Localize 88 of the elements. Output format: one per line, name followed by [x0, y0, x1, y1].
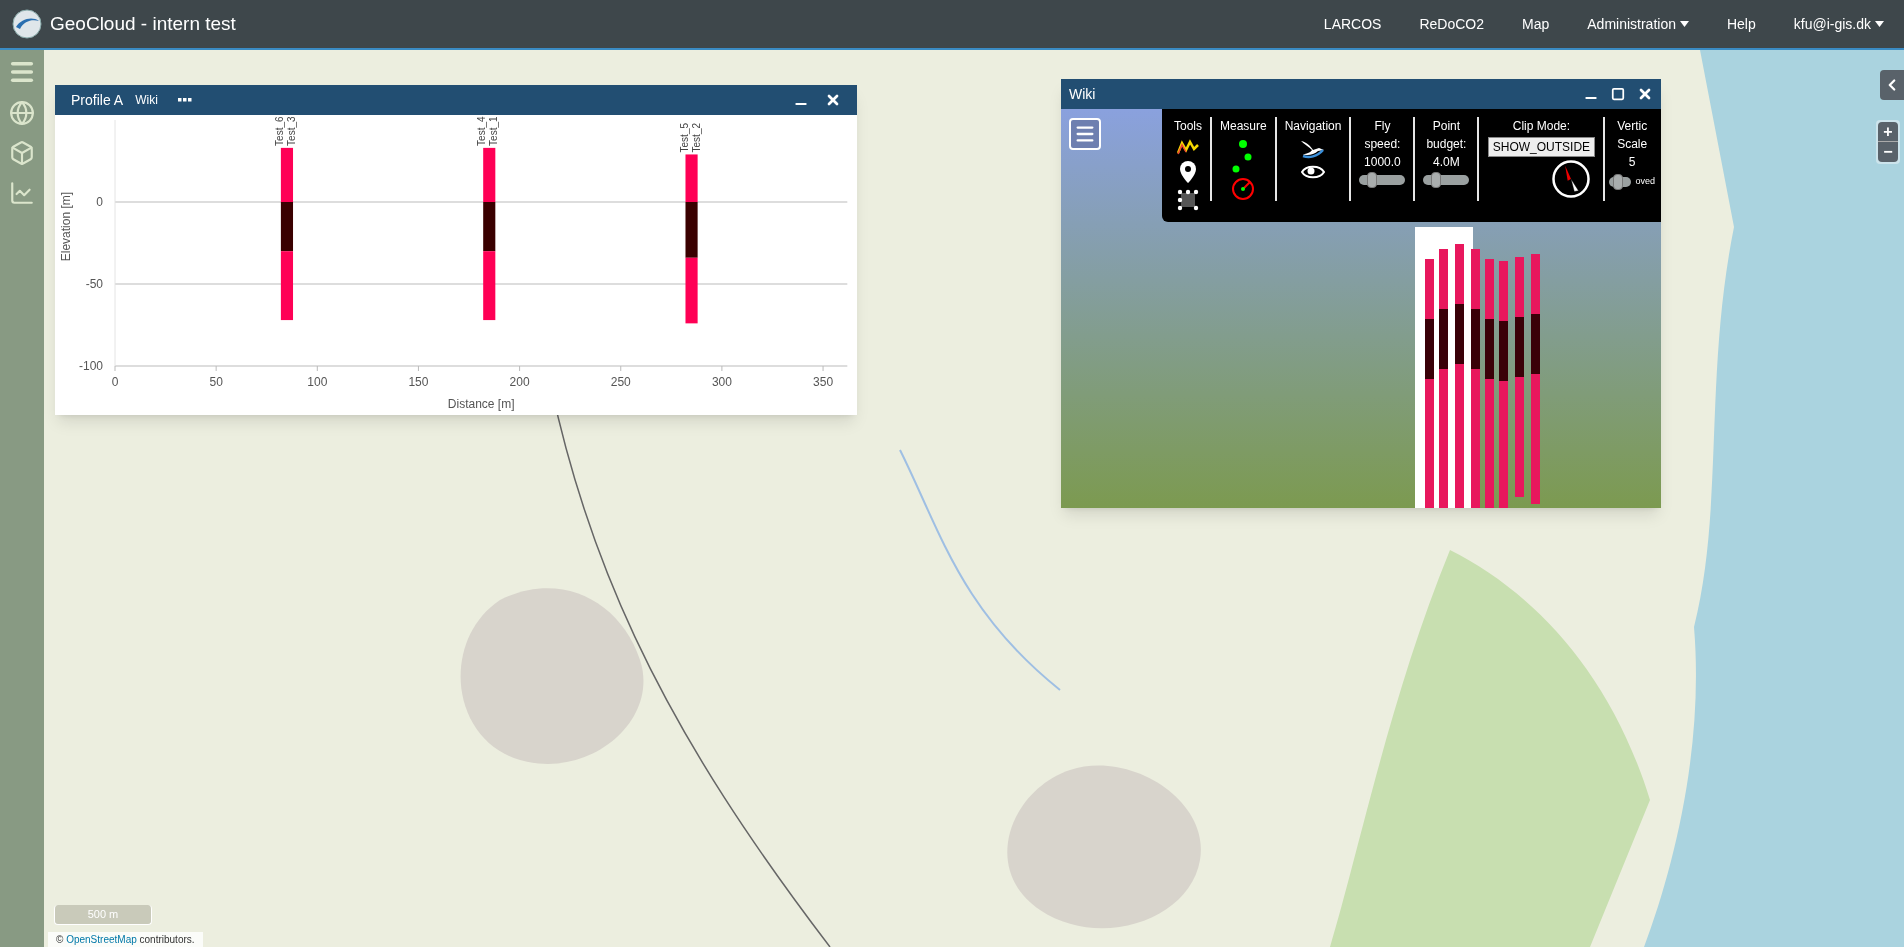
x-tick-label: 200 — [509, 375, 530, 389]
x-tick-label: 50 — [209, 375, 223, 389]
borehole-label: Test_6 — [273, 116, 285, 146]
toolbar-label: Tools — [1174, 118, 1202, 135]
app-title: GeoCloud - intern test — [50, 11, 236, 36]
slider-value: 1000.0 — [1364, 154, 1401, 171]
y-tick-label: -100 — [78, 359, 103, 373]
borehole-bar — [685, 154, 698, 202]
menu-button[interactable] — [1069, 118, 1101, 150]
nav-link[interactable]: Map — [1522, 13, 1550, 35]
more-icon[interactable] — [177, 98, 192, 102]
maximize-icon[interactable] — [1611, 87, 1625, 101]
collapse-button[interactable] — [1880, 70, 1904, 100]
x-tick — [620, 365, 622, 372]
x-tick — [519, 365, 521, 372]
borehole-bar — [483, 202, 496, 252]
x-tick — [316, 365, 318, 372]
borehole-bar — [685, 257, 698, 324]
y-tick-label: 0 — [96, 195, 103, 209]
x-tick-label: 100 — [307, 375, 328, 389]
borehole-bar — [280, 147, 293, 202]
nav-link[interactable]: ReDoCO2 — [1419, 13, 1485, 35]
y-axis-title: Elevation [m] — [59, 191, 73, 262]
nav-link[interactable]: LARCOS — [1323, 13, 1382, 35]
x-tick — [215, 365, 217, 372]
window-title: Wiki — [1069, 84, 1096, 104]
nav-link[interactable]: Help — [1726, 13, 1756, 35]
window-title: Profile A — [71, 90, 124, 110]
zoom-in-button[interactable]: + — [1878, 122, 1898, 142]
borehole-label: Test_3 — [285, 116, 297, 146]
scale-bar: 500 m — [54, 905, 152, 925]
profile-line-icon[interactable] — [1177, 139, 1199, 155]
zoom-out-button[interactable]: − — [1878, 142, 1898, 162]
slider-thumb[interactable] — [1430, 172, 1441, 188]
close-icon[interactable] — [825, 92, 841, 108]
borehole-label: Test_5 — [678, 122, 690, 153]
x-tick-label: 150 — [408, 375, 429, 389]
wiki-tab[interactable]: Wiki — [135, 91, 158, 109]
x-tick — [721, 365, 723, 372]
x-tick-label: 350 — [813, 375, 834, 389]
orbit-eye-icon[interactable] — [1300, 163, 1327, 181]
toolbar-label: Vertic — [1617, 118, 1648, 135]
borehole-label: Test_1 — [488, 116, 500, 146]
clip-mode-select[interactable]: SHOW_OUTSIDE — [1487, 137, 1596, 157]
x-tick-label: 300 — [711, 375, 732, 389]
slider-value: 5 — [1628, 154, 1636, 171]
toolbar-label: Navigation — [1284, 118, 1342, 135]
x-tick — [417, 365, 419, 372]
x-axis-title: Distance [m] — [447, 397, 515, 411]
compass-icon[interactable] — [1551, 157, 1591, 201]
borehole-label: Test_2 — [690, 122, 702, 153]
attribution-link[interactable]: OpenStreetMap — [66, 934, 137, 945]
slider[interactable] — [1423, 175, 1470, 185]
toolbar-label: budget: — [1426, 136, 1467, 153]
slider-note: oved — [1635, 175, 1655, 188]
y-tick-label: -50 — [85, 277, 103, 291]
x-tick — [822, 365, 824, 372]
toolbar-label: Scale — [1617, 136, 1648, 153]
menu-icon — [1074, 123, 1096, 145]
toolbar-label: Fly — [1374, 118, 1391, 135]
logo-icon — [12, 9, 42, 39]
slider[interactable] — [1359, 175, 1406, 185]
circle-measure-icon[interactable] — [1231, 177, 1256, 201]
x-tick — [114, 365, 116, 372]
borehole-bar — [685, 202, 698, 258]
slider-thumb[interactable] — [1366, 172, 1377, 188]
nav-link[interactable]: Administration — [1587, 13, 1689, 35]
slider[interactable] — [1609, 176, 1632, 187]
map-pin-icon[interactable] — [1180, 161, 1196, 183]
nav-link[interactable]: kfu@i-gis.dk — [1793, 13, 1884, 35]
borehole-bar — [483, 251, 496, 321]
borehole-label: Test_4 — [476, 116, 488, 146]
slider-thumb[interactable] — [1613, 173, 1623, 190]
toolbar-label: Clip Mode: — [1512, 118, 1571, 135]
borehole-bar — [280, 202, 293, 252]
slider-value: 4.0M — [1433, 154, 1460, 171]
toolbar-label: speed: — [1364, 136, 1401, 153]
attribution: © OpenStreetMap contributors. — [48, 932, 203, 947]
x-tick-label: 0 — [111, 375, 119, 389]
close-icon[interactable] — [1637, 86, 1653, 102]
toolbar-label: Point — [1432, 118, 1461, 135]
point-icon[interactable] — [1238, 139, 1249, 149]
borehole-bar — [280, 251, 293, 321]
cube-icon[interactable] — [1177, 189, 1199, 211]
borehole-bar — [483, 147, 496, 202]
x-tick-label: 250 — [610, 375, 631, 389]
bird-icon[interactable] — [1300, 139, 1327, 159]
toolbar-label: Measure — [1220, 118, 1267, 135]
